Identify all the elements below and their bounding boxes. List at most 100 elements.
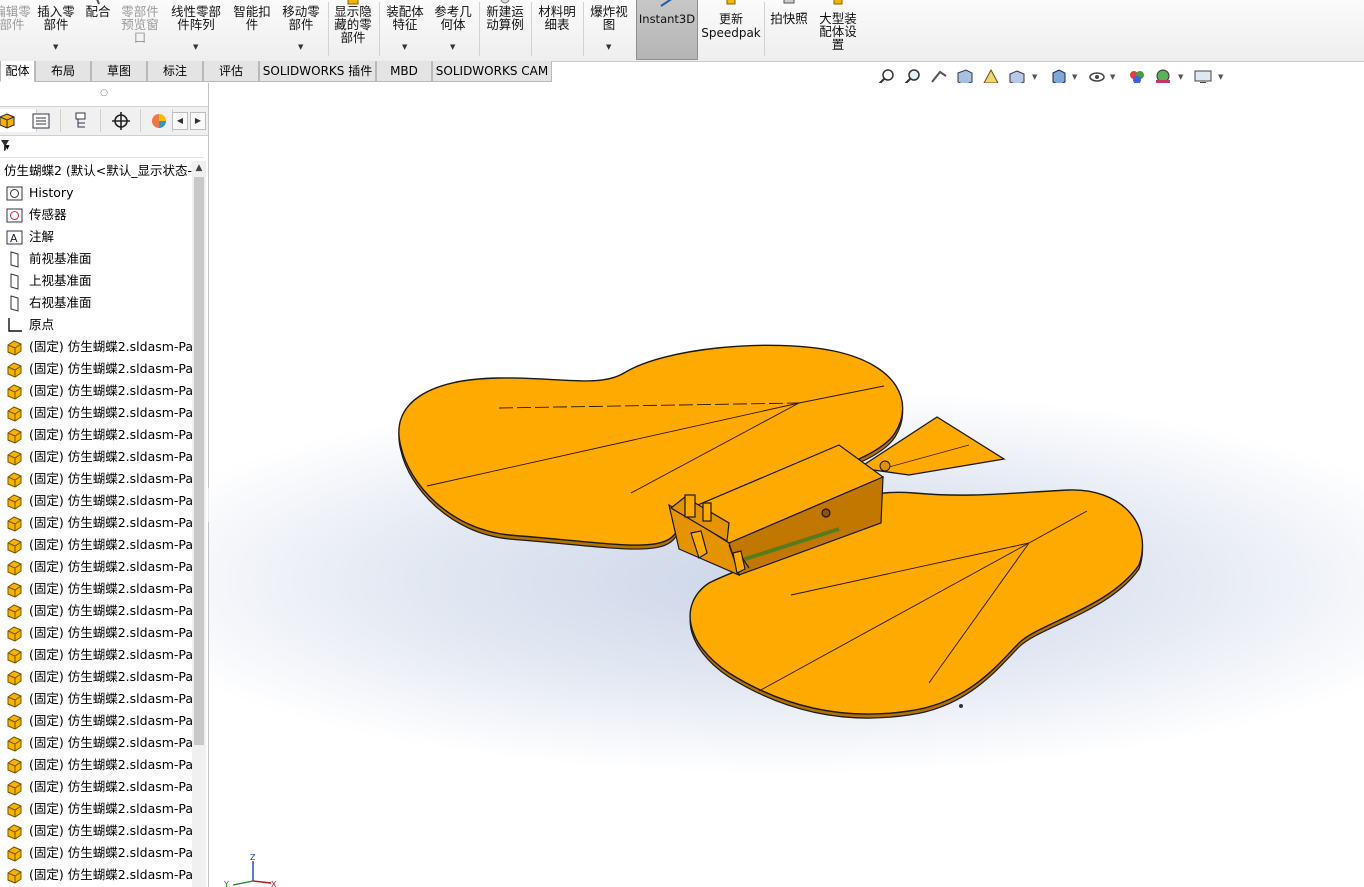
insert-components-button[interactable]: 插入零 部件 ▼ xyxy=(34,0,78,58)
mate-button[interactable]: 配合 xyxy=(82,0,114,58)
assembly-features-button[interactable]: 装配体 特征 ▼ xyxy=(382,0,428,58)
command-ribbon: 编辑零 部件 插入零 部件 ▼ 配合 零部件 预览窗 口 线性零部 件阵列 ▼ … xyxy=(0,0,1364,62)
chevron-down-icon[interactable]: ▼ xyxy=(193,44,198,51)
part-icon xyxy=(7,450,22,466)
coordinate-triad: Z X Y xyxy=(223,853,277,887)
chevron-left-icon[interactable]: ◀ xyxy=(172,112,188,130)
tab-configuration-manager[interactable] xyxy=(62,109,101,132)
tab-evaluate[interactable]: 评估 xyxy=(203,61,259,82)
tab-mbd[interactable]: MBD xyxy=(376,61,432,82)
tree-item-label: (固定) 仿生蝴蝶2.sldasm-Part xyxy=(29,471,192,486)
chevron-down-icon[interactable]: ▼ xyxy=(1218,73,1223,81)
tree-item-label: (固定) 仿生蝴蝶2.sldasm-Part xyxy=(29,625,192,640)
tab-dimxpert-manager[interactable] xyxy=(102,109,141,132)
tab-property-manager[interactable] xyxy=(22,109,61,132)
smart-fasteners-button[interactable]: 智能扣 件 xyxy=(230,0,274,58)
instant3d-icon xyxy=(660,0,672,7)
take-snapshot-button[interactable]: 拍快照 xyxy=(766,0,812,58)
display-manager-icon xyxy=(152,114,166,128)
tree-item-label: 注解 xyxy=(29,229,55,244)
plane-icon xyxy=(10,273,19,290)
ribbon-separator xyxy=(328,2,329,56)
tree-filter[interactable]: ▼ xyxy=(0,135,204,158)
exploded-view-button[interactable]: 爆炸视 图 ▼ xyxy=(586,0,632,58)
filter-dropdown-arrow[interactable]: ▼ xyxy=(5,144,10,151)
butterfly-model[interactable] xyxy=(209,83,1364,887)
tab-layout[interactable]: 布局 xyxy=(35,61,91,82)
tree-item-label: (固定) 仿生蝴蝶2.sldasm-Part xyxy=(29,867,192,882)
sensors-icon xyxy=(6,208,23,223)
property-manager-icon xyxy=(32,113,50,129)
tree-item-label: (固定) 仿生蝴蝶2.sldasm-Part xyxy=(29,779,192,794)
part-icon xyxy=(7,428,22,444)
tree-item-label: (固定) 仿生蝴蝶2.sldasm-Part xyxy=(29,691,192,706)
chevron-down-icon[interactable]: ▼ xyxy=(450,44,455,51)
plane-icon xyxy=(10,295,19,312)
part-icon xyxy=(7,824,22,840)
part-icon xyxy=(7,494,22,510)
speedpak-icon xyxy=(726,0,736,5)
chevron-down-icon[interactable]: ▼ xyxy=(1110,73,1115,81)
linear-pattern-button[interactable]: 线性零部 件阵列 ▼ xyxy=(166,0,226,58)
tree-item-label: 原点 xyxy=(29,317,55,332)
part-icon xyxy=(7,780,22,796)
tab-assembly[interactable]: 配体 xyxy=(0,61,35,82)
tree-item-label: 上视基准面 xyxy=(29,273,92,288)
tab-solidworks-cam[interactable]: SOLIDWORKS CAM xyxy=(432,61,552,82)
ribbon-separator xyxy=(531,2,532,56)
tab-sketch[interactable]: 草图 xyxy=(91,61,147,82)
tree-item-label: (固定) 仿生蝴蝶2.sldasm-Part xyxy=(29,735,192,750)
part-icon xyxy=(7,758,22,774)
graphics-viewport[interactable]: Z X Y xyxy=(209,83,1364,887)
part-icon xyxy=(7,868,22,884)
part-icon xyxy=(7,340,22,356)
part-icon xyxy=(7,516,22,532)
annotations-icon: A xyxy=(6,230,23,245)
tree-item-label: (固定) 仿生蝴蝶2.sldasm-Part xyxy=(29,757,192,772)
reference-geometry-button[interactable]: 参考几 何体 ▼ xyxy=(430,0,476,58)
tree-item-label: (固定) 仿生蝴蝶2.sldasm-Part xyxy=(29,713,192,728)
tree-item-label: (固定) 仿生蝴蝶2.sldasm-Part xyxy=(29,647,192,662)
chevron-down-icon[interactable]: ▼ xyxy=(1032,73,1037,81)
part-icon xyxy=(7,648,22,664)
chevron-down-icon[interactable]: ▼ xyxy=(1178,73,1183,81)
z-axis-label: Z xyxy=(250,853,256,862)
tree-scrollbar[interactable]: ▲ xyxy=(192,161,206,887)
part-icon xyxy=(7,538,22,554)
chevron-down-icon[interactable]: ▼ xyxy=(402,44,407,51)
part-icon xyxy=(7,406,22,422)
update-speedpak-button[interactable]: 更新 Speedpak xyxy=(700,0,762,58)
chevron-down-icon[interactable]: ▼ xyxy=(606,44,611,51)
ribbon-separator xyxy=(764,2,765,56)
part-icon xyxy=(7,670,22,686)
chevron-down-icon[interactable]: ▼ xyxy=(1072,73,1077,81)
show-hidden-components-button[interactable]: 显示隐 藏的零 部件 xyxy=(330,0,376,58)
tab-markup[interactable]: 标注 xyxy=(147,61,203,82)
component-preview-button[interactable]: 零部件 预览窗 口 xyxy=(118,0,162,58)
scrollbar-thumb[interactable] xyxy=(194,177,204,745)
move-component-button[interactable]: 移动零 部件 ▼ xyxy=(278,0,324,58)
part-icon xyxy=(7,472,22,488)
tree-item-label: (固定) 仿生蝴蝶2.sldasm-Part xyxy=(29,383,192,398)
tree-item-label: 前视基准面 xyxy=(29,251,92,266)
tree-item-label: (固定) 仿生蝴蝶2.sldasm-Part xyxy=(29,845,192,860)
tab-display-manager[interactable] xyxy=(142,109,173,132)
part-icon xyxy=(7,582,22,598)
configuration-manager-icon xyxy=(75,112,86,128)
chevron-right-icon[interactable]: ▶ xyxy=(190,112,206,130)
y-axis-line xyxy=(232,880,254,886)
chevron-down-icon[interactable]: ▼ xyxy=(298,44,303,51)
scroll-up-icon[interactable]: ▲ xyxy=(192,161,206,175)
part-icon xyxy=(7,802,22,818)
tab-solidworks-addins[interactable]: SOLIDWORKS 插件 xyxy=(259,61,376,82)
panel-grip[interactable]: ○ xyxy=(0,86,208,100)
tree-item-label: 右视基准面 xyxy=(29,295,92,310)
chevron-down-icon[interactable]: ▼ xyxy=(53,44,58,51)
edit-component-button[interactable]: 编辑零 部件 xyxy=(0,0,31,58)
y-axis-label: Y xyxy=(223,880,229,887)
tree-item-label: (固定) 仿生蝴蝶2.sldasm-Part xyxy=(29,339,192,354)
large-assembly-settings-button[interactable]: 大型装 配体设 置 xyxy=(814,0,862,58)
instant3d-button[interactable]: Instant3D xyxy=(636,0,698,60)
new-motion-study-button[interactable]: 新建运 动算例 xyxy=(482,0,528,58)
bill-of-materials-button[interactable]: 材料明 细表 xyxy=(534,0,580,58)
